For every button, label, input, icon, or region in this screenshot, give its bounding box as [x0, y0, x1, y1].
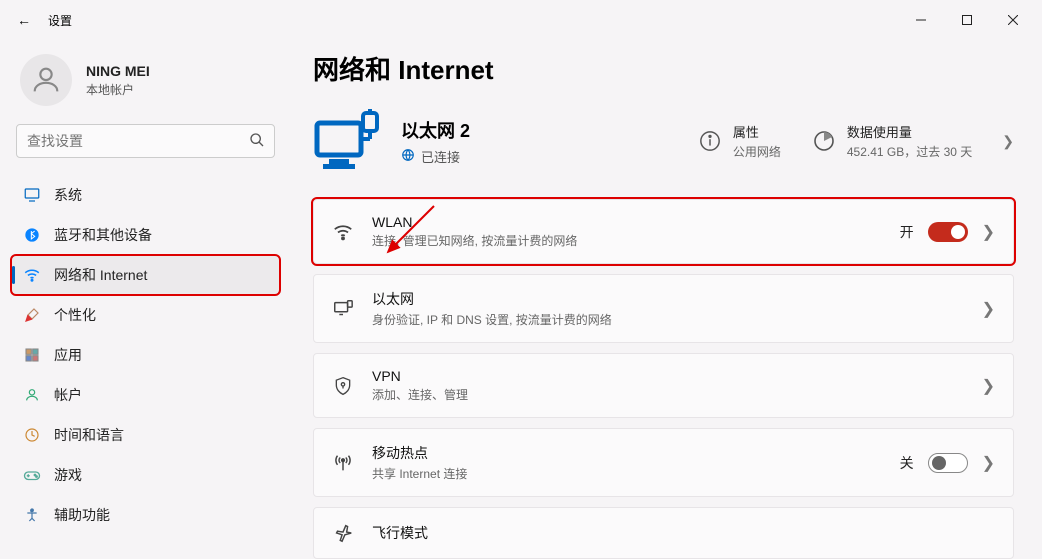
sidebar-item-gaming[interactable]: 游戏	[12, 456, 279, 494]
properties-sub: 公用网络	[733, 143, 781, 160]
sidebar-item-time-language[interactable]: 时间和语言	[12, 416, 279, 454]
card-label: 飞行模式	[372, 523, 428, 543]
card-airplane[interactable]: 飞行模式	[313, 507, 1014, 559]
profile-name: NING MEI	[86, 63, 150, 79]
sidebar-item-label: 网络和 Internet	[54, 265, 147, 285]
close-button[interactable]	[990, 4, 1036, 36]
wifi-icon	[332, 221, 354, 243]
profile-subtitle: 本地帐户	[86, 81, 150, 98]
airplane-icon	[332, 522, 354, 544]
apps-icon	[22, 345, 42, 365]
sidebar-item-system[interactable]: 系统	[12, 176, 279, 214]
toggle-state-label: 关	[900, 453, 914, 473]
gamepad-icon	[22, 465, 42, 485]
data-usage-sub: 452.41 GB，过去 30 天	[847, 143, 972, 160]
chevron-right-icon: ❯	[982, 453, 995, 473]
maximize-button[interactable]	[944, 4, 990, 36]
chevron-right-icon[interactable]: ❯	[1002, 133, 1014, 150]
sidebar-item-accounts[interactable]: 帐户	[12, 376, 279, 414]
connection-status: 已连接	[421, 147, 460, 166]
sidebar-item-label: 蓝牙和其他设备	[54, 225, 152, 245]
minimize-button[interactable]	[898, 4, 944, 36]
sidebar-item-accessibility[interactable]: 辅助功能	[12, 496, 279, 534]
card-label: WLAN	[372, 214, 577, 230]
search-input[interactable]	[16, 124, 275, 158]
close-icon	[1008, 15, 1018, 25]
sidebar-item-apps[interactable]: 应用	[12, 336, 279, 374]
data-usage-block[interactable]: 数据使用量 452.41 GB，过去 30 天	[811, 122, 972, 160]
card-sub: 身份验证, IP 和 DNS 设置, 按流量计费的网络	[372, 311, 612, 328]
avatar	[20, 54, 72, 106]
brush-icon	[22, 305, 42, 325]
chevron-right-icon: ❯	[982, 222, 995, 242]
maximize-icon	[962, 15, 972, 25]
sidebar-item-personalization[interactable]: 个性化	[12, 296, 279, 334]
properties-label: 属性	[733, 122, 781, 141]
data-usage-icon	[811, 128, 837, 154]
globe-icon	[401, 148, 415, 165]
card-vpn[interactable]: VPN 添加、连接、管理 ❯	[313, 353, 1014, 418]
sidebar-item-label: 游戏	[54, 465, 82, 485]
connection-name: 以太网 2	[401, 117, 470, 143]
clock-globe-icon	[22, 425, 42, 445]
accounts-icon	[22, 385, 42, 405]
card-ethernet[interactable]: 以太网 身份验证, IP 和 DNS 设置, 按流量计费的网络 ❯	[313, 274, 1014, 343]
card-sub: 共享 Internet 连接	[372, 465, 467, 482]
page-title: 网络和 Internet	[313, 50, 1014, 87]
window-title: 设置	[42, 12, 72, 29]
wlan-toggle[interactable]	[928, 222, 968, 242]
card-label: 移动热点	[372, 443, 467, 463]
system-icon	[22, 185, 42, 205]
card-wlan[interactable]: WLAN 连接, 管理已知网络, 按流量计费的网络 开 ❯	[313, 199, 1014, 264]
properties-block[interactable]: 属性 公用网络	[697, 122, 781, 160]
wifi-icon	[22, 265, 42, 285]
sidebar-item-label: 应用	[54, 345, 82, 365]
data-usage-label: 数据使用量	[847, 122, 972, 141]
search-icon	[249, 132, 265, 151]
sidebar-item-network[interactable]: 网络和 Internet	[12, 256, 279, 294]
card-label: 以太网	[372, 289, 612, 309]
sidebar-item-label: 辅助功能	[54, 505, 110, 525]
titlebar: ← 设置	[0, 0, 1042, 40]
back-button[interactable]: ←	[6, 12, 42, 28]
nav-list: 系统 蓝牙和其他设备 网络和 Internet 个性化	[12, 176, 279, 534]
content-area: 网络和 Internet 以太网 2 已连接	[295, 40, 1042, 527]
status-main: 以太网 2 已连接	[401, 117, 470, 166]
shield-icon	[332, 375, 354, 397]
card-label: VPN	[372, 368, 468, 384]
sidebar-item-label: 系统	[54, 185, 82, 205]
sidebar-item-bluetooth[interactable]: 蓝牙和其他设备	[12, 216, 279, 254]
hotspot-toggle[interactable]	[928, 453, 968, 473]
sidebar-item-label: 个性化	[54, 305, 96, 325]
bluetooth-icon	[22, 225, 42, 245]
chevron-right-icon: ❯	[982, 376, 995, 396]
sidebar-item-label: 帐户	[54, 385, 82, 405]
info-icon	[697, 128, 723, 154]
card-sub: 添加、连接、管理	[372, 386, 468, 403]
card-hotspot[interactable]: 移动热点 共享 Internet 连接 关 ❯	[313, 428, 1014, 497]
profile-block[interactable]: NING MEI 本地帐户	[12, 48, 279, 124]
hotspot-icon	[332, 452, 354, 474]
ethernet-icon	[332, 298, 354, 320]
chevron-right-icon: ❯	[982, 299, 995, 319]
sidebar: NING MEI 本地帐户 系统 蓝牙和其他设备	[0, 40, 295, 527]
sidebar-item-label: 时间和语言	[54, 425, 124, 445]
network-status-row: 以太网 2 已连接 属性 公用网络	[313, 109, 1014, 173]
user-icon	[29, 63, 63, 97]
ethernet-status-icon	[313, 109, 381, 173]
card-sub: 连接, 管理已知网络, 按流量计费的网络	[372, 232, 577, 249]
minimize-icon	[916, 15, 926, 25]
toggle-state-label: 开	[900, 222, 914, 242]
accessibility-icon	[22, 505, 42, 525]
